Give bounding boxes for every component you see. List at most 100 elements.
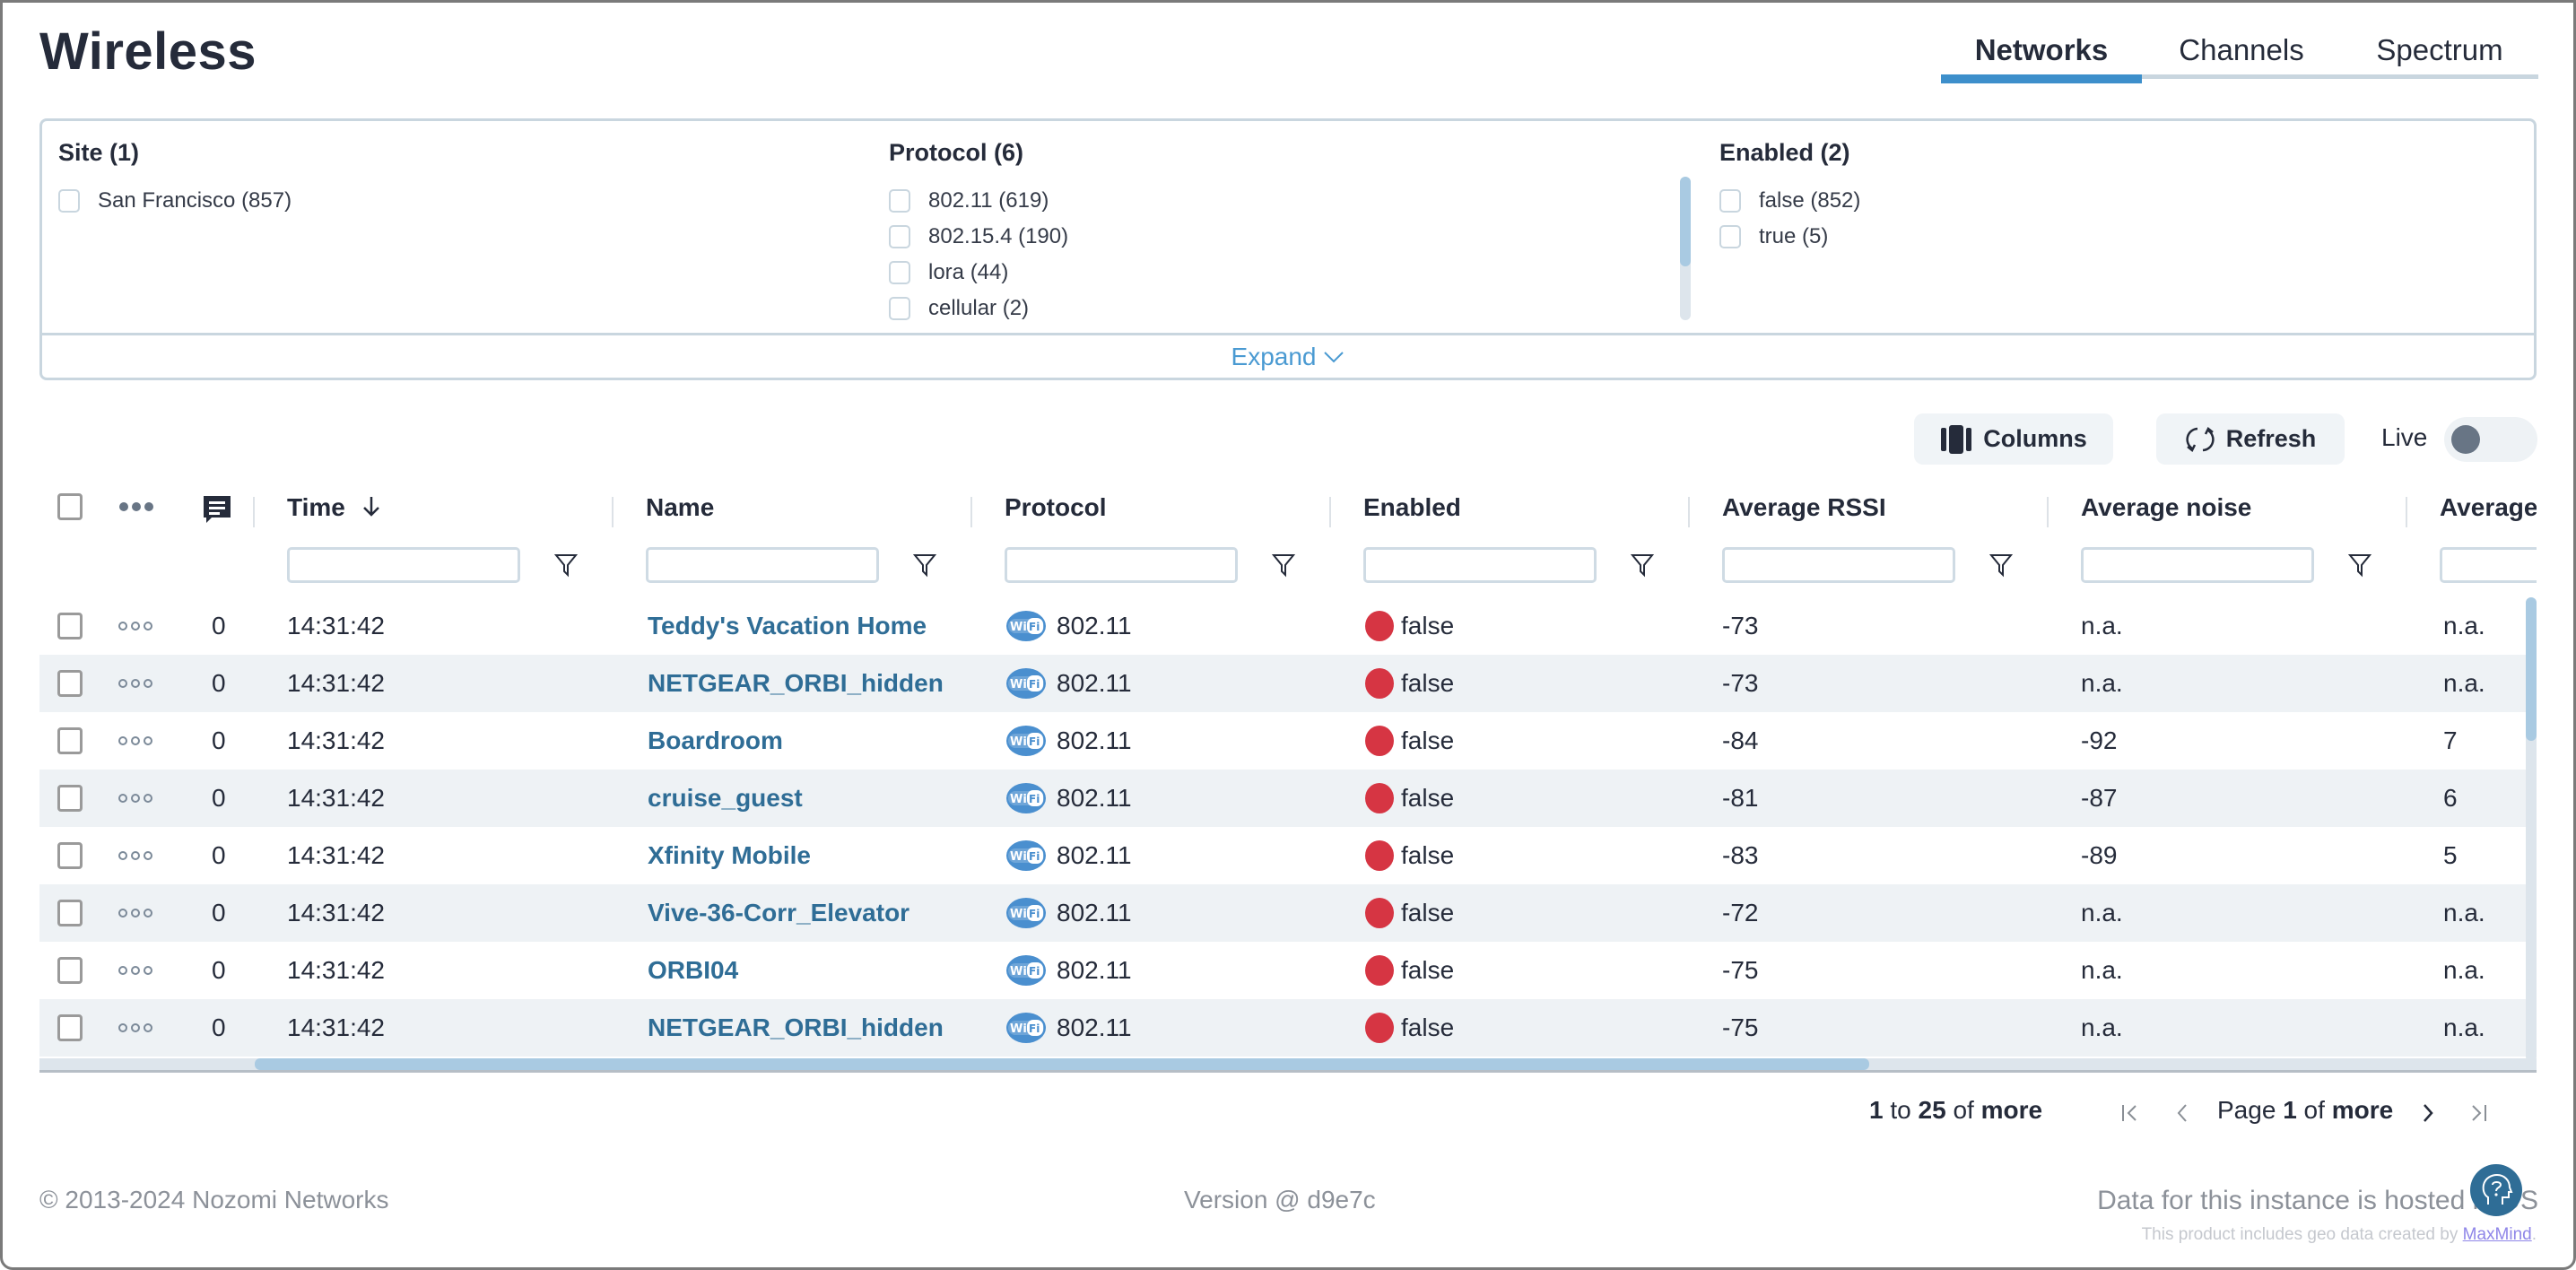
protocol-filter-input[interactable]: [1005, 547, 1238, 583]
filter-option[interactable]: false (852): [1719, 183, 1860, 219]
select-all-checkbox[interactable]: [57, 493, 83, 520]
row-actions-icon[interactable]: [118, 1023, 152, 1032]
table-row[interactable]: 0 14:31:42 Boardroom Wi Fi 802.11 false -…: [39, 712, 2526, 770]
table-row[interactable]: 0 14:31:42 cruise_guest Wi Fi 802.11 fals…: [39, 770, 2526, 827]
row-actions-icon[interactable]: [118, 794, 152, 803]
tab-networks[interactable]: Networks: [1941, 22, 2142, 83]
column-header-name[interactable]: Name: [646, 493, 714, 522]
tab-channels[interactable]: Channels: [2142, 22, 2341, 79]
row-checkbox[interactable]: [57, 670, 83, 697]
column-separator[interactable]: [1329, 497, 1331, 527]
previous-page-button[interactable]: [2169, 1098, 2196, 1128]
column-header-protocol[interactable]: Protocol: [1005, 493, 1107, 522]
column-header-time[interactable]: Time: [287, 493, 381, 522]
name-filter-input[interactable]: [646, 547, 879, 583]
average-rssi-cell: -84: [1722, 726, 1759, 754]
row-checkbox[interactable]: [57, 957, 83, 984]
row-actions-icon[interactable]: [118, 851, 152, 860]
filter-icon[interactable]: [1272, 552, 1295, 578]
filter-option[interactable]: cellular (2): [889, 291, 1068, 326]
row-actions-icon[interactable]: [118, 909, 152, 918]
scrollbar-thumb[interactable]: [2526, 597, 2537, 741]
checkbox[interactable]: [889, 189, 910, 213]
row-checkbox[interactable]: [57, 900, 83, 926]
scrollbar-thumb[interactable]: [1680, 177, 1691, 266]
live-toggle[interactable]: [2444, 417, 2537, 462]
network-name-link[interactable]: ORBI04: [648, 942, 738, 999]
row-actions-icon[interactable]: [118, 736, 152, 745]
network-name-link[interactable]: NETGEAR_ORBI_hidden: [648, 999, 944, 1057]
checkbox[interactable]: [889, 225, 910, 248]
checkbox[interactable]: [889, 261, 910, 284]
last-page-button[interactable]: [2465, 1098, 2492, 1128]
tab-spectrum[interactable]: Spectrum: [2341, 22, 2538, 79]
network-name-link[interactable]: Xfinity Mobile: [648, 827, 811, 884]
table-row[interactable]: 0 14:31:42 Teddy's Vacation Home Wi Fi 80…: [39, 597, 2526, 655]
filter-option[interactable]: lora (44): [889, 255, 1068, 291]
table-row[interactable]: 0 14:31:42 NETGEAR_ORBI_hidden Wi Fi 802.…: [39, 655, 2526, 712]
column-separator[interactable]: [612, 497, 614, 527]
time-filter-input[interactable]: [287, 547, 520, 583]
average-filter-input[interactable]: [2440, 547, 2537, 583]
refresh-button[interactable]: Refresh: [2156, 413, 2345, 465]
expand-filters-button[interactable]: Expand: [42, 333, 2534, 378]
table-row[interactable]: 0 14:31:42 Xfinity Mobile Wi Fi 802.11 fa…: [39, 827, 2526, 884]
average-noise-filter-input[interactable]: [2081, 547, 2314, 583]
row-checkbox[interactable]: [57, 727, 83, 754]
row-actions-icon[interactable]: [118, 679, 152, 688]
next-page-button[interactable]: [2415, 1098, 2441, 1128]
row-checkbox[interactable]: [57, 785, 83, 812]
table-row[interactable]: 0 14:31:42 Vive-36-Corr_Elevator Wi Fi 80…: [39, 884, 2526, 942]
help-button[interactable]: [2470, 1164, 2522, 1216]
column-separator[interactable]: [2406, 497, 2407, 527]
maxmind-link[interactable]: MaxMind: [2463, 1225, 2532, 1244]
enabled-filter-input[interactable]: [1363, 547, 1597, 583]
first-page-button[interactable]: [2117, 1098, 2144, 1128]
columns-button[interactable]: Columns: [1914, 413, 2113, 465]
horizontal-scrollbar[interactable]: [39, 1058, 2537, 1073]
filter-option[interactable]: true (5): [1719, 219, 1860, 255]
network-name-link[interactable]: NETGEAR_ORBI_hidden: [648, 655, 944, 712]
table-row[interactable]: 0 14:31:42 ORBI04 Wi Fi 802.11 false -75 …: [39, 942, 2526, 999]
range-from: 1: [1869, 1096, 1884, 1124]
checkbox[interactable]: [58, 189, 80, 213]
network-name-link[interactable]: Teddy's Vacation Home: [648, 597, 927, 655]
row-actions-icon[interactable]: [118, 622, 152, 631]
column-separator[interactable]: [1688, 497, 1690, 527]
filter-group-site: Site (1) San Francisco (857): [58, 139, 292, 219]
scrollbar-thumb[interactable]: [255, 1058, 1869, 1070]
row-checkbox[interactable]: [57, 613, 83, 639]
column-separator[interactable]: [2047, 497, 2049, 527]
filter-icon[interactable]: [913, 552, 936, 578]
filter-option[interactable]: 802.15.4 (190): [889, 219, 1068, 255]
network-name-link[interactable]: cruise_guest: [648, 770, 803, 827]
network-name-link[interactable]: Vive-36-Corr_Elevator: [648, 884, 909, 942]
column-separator[interactable]: [970, 497, 972, 527]
network-name-link[interactable]: Boardroom: [648, 712, 783, 770]
filter-option[interactable]: 802.11 (619): [889, 183, 1068, 219]
column-header-average-noise[interactable]: Average noise: [2081, 493, 2251, 522]
column-header-average-rssi[interactable]: Average RSSI: [1722, 493, 1886, 522]
comments-count: 0: [212, 612, 226, 639]
row-checkbox[interactable]: [57, 842, 83, 869]
checkbox[interactable]: [889, 297, 910, 320]
checkbox[interactable]: [1719, 225, 1741, 248]
sort-descending-icon[interactable]: [361, 495, 381, 518]
column-header-enabled[interactable]: Enabled: [1363, 493, 1461, 522]
filter-icon[interactable]: [2348, 552, 2371, 578]
filter-icon[interactable]: [1989, 552, 2013, 578]
column-header-average[interactable]: Average: [2440, 493, 2537, 522]
average-rssi-filter-input[interactable]: [1722, 547, 1955, 583]
filter-icon[interactable]: [554, 552, 578, 578]
filter-icon[interactable]: [1631, 552, 1654, 578]
row-actions-icon[interactable]: [118, 966, 152, 975]
status-dot-icon: [1365, 955, 1394, 986]
row-checkbox[interactable]: [57, 1014, 83, 1041]
checkbox[interactable]: [1719, 189, 1741, 213]
more-actions-icon[interactable]: [118, 500, 154, 513]
table-row[interactable]: 0 14:31:42 NETGEAR_ORBI_hidden Wi Fi 802.…: [39, 999, 2526, 1057]
filter-option[interactable]: San Francisco (857): [58, 183, 292, 219]
vertical-scrollbar[interactable]: [2526, 597, 2537, 1062]
column-separator[interactable]: [253, 497, 255, 527]
protocol-filter-scrollbar[interactable]: [1680, 177, 1691, 320]
